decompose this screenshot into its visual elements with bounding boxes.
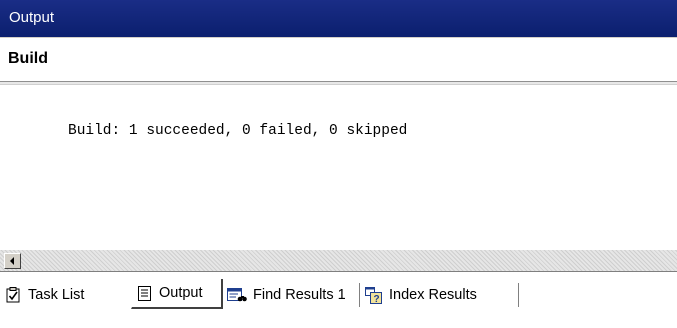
output-title-bar[interactable]: Output bbox=[0, 0, 677, 37]
index-results-icon: ? bbox=[365, 286, 383, 305]
tab-separator bbox=[518, 283, 519, 307]
svg-text:?: ? bbox=[374, 294, 380, 304]
scroll-left-button[interactable] bbox=[4, 253, 21, 269]
tab-separator bbox=[359, 283, 360, 307]
tab-label: Find Results 1 bbox=[253, 287, 346, 303]
horizontal-scrollbar[interactable] bbox=[0, 250, 677, 271]
tab-label: Index Results bbox=[389, 287, 477, 303]
pane-selector-label: Build bbox=[8, 50, 48, 67]
tab-index-results[interactable]: ? Index Results bbox=[365, 280, 515, 310]
pane-divider bbox=[0, 81, 677, 85]
tool-window-tab-strip: Task List Output Find Results 1 ? Index … bbox=[0, 271, 677, 328]
output-pane-selector[interactable]: Build bbox=[0, 37, 677, 85]
output-window: Output Build Build: 1 succeeded, 0 faile… bbox=[0, 0, 677, 328]
output-icon bbox=[137, 285, 153, 302]
window-title: Output bbox=[9, 9, 55, 26]
tab-label: Output bbox=[159, 285, 203, 301]
tab-output[interactable]: Output bbox=[131, 279, 223, 309]
task-list-icon bbox=[6, 286, 22, 304]
tab-find-results-1[interactable]: Find Results 1 bbox=[227, 280, 353, 310]
tab-label: Task List bbox=[28, 287, 85, 303]
left-arrow-icon bbox=[10, 257, 14, 265]
output-line: Build: 1 succeeded, 0 failed, 0 skipped bbox=[68, 123, 408, 139]
find-results-icon bbox=[227, 287, 247, 304]
tab-task-list[interactable]: Task List bbox=[6, 280, 126, 310]
output-text-area[interactable]: Build: 1 succeeded, 0 failed, 0 skipped bbox=[0, 86, 677, 249]
